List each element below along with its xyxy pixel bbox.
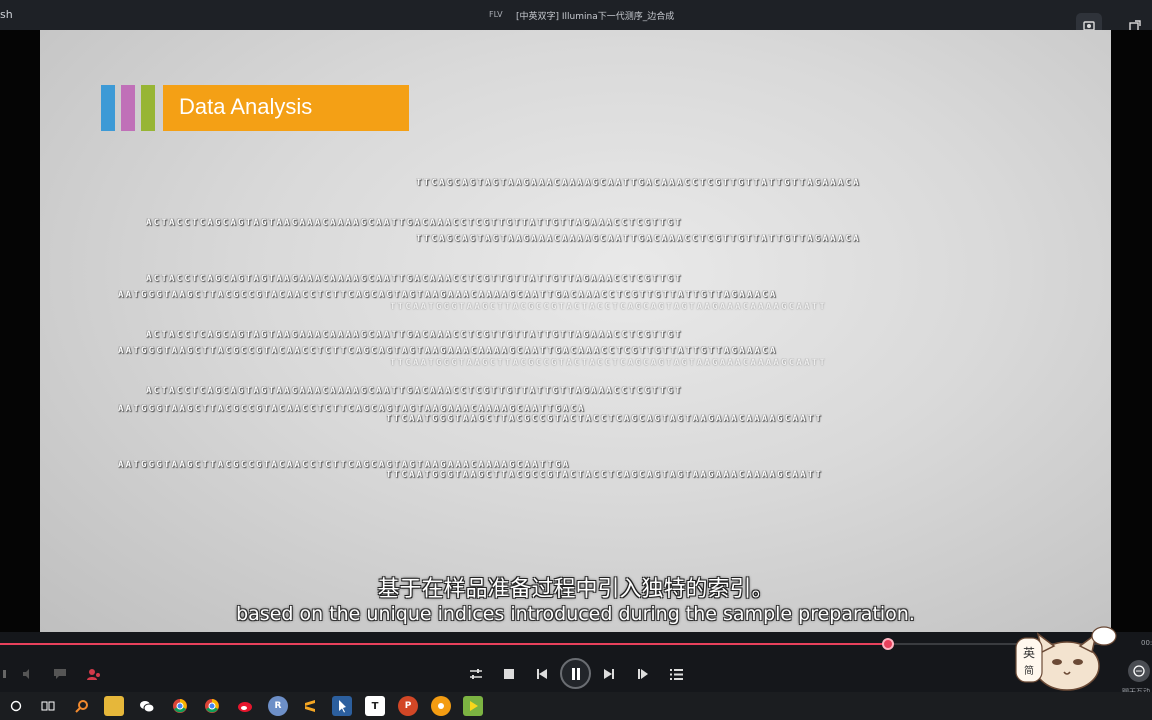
frame-step-button[interactable] (631, 662, 655, 686)
video-format-label: FLV (489, 10, 503, 19)
app-name-fragment: sh (0, 8, 13, 21)
sequence-read: TTCAATGGGTAAGCTTACGCCGTACTACCTCAGCAGTAGT… (390, 358, 828, 368)
orange-app-icon[interactable] (431, 696, 451, 716)
next-button[interactable] (597, 662, 621, 686)
sequence-read: AATGGGTAAGCTTACGCCGTACAACCTCTTCAGCAGTAGT… (118, 290, 778, 300)
player-controls: 00: 英 简 聊天互动 (0, 626, 1152, 696)
skip-forward-icon (604, 669, 614, 679)
weibo-icon[interactable] (235, 696, 255, 716)
progress-handle[interactable] (882, 638, 894, 650)
pin-icon[interactable] (332, 696, 352, 716)
chat-button[interactable] (1128, 660, 1150, 682)
r-icon[interactable]: R (268, 696, 288, 716)
pause-button[interactable] (560, 658, 591, 689)
pause-icon (571, 667, 580, 680)
sequence-read: TTCAGCAGTAGTAAGAAACAAAAGCAATTGACAAACCTCG… (416, 178, 861, 188)
os-taskbar: R T P (0, 692, 1152, 720)
skip-back-icon (537, 669, 547, 679)
video-frame[interactable]: Data Analysis TTCAGCAGTAGTAAGAAACAAAAGCA… (40, 30, 1111, 632)
mascot-text-1: 英 (1023, 646, 1035, 660)
partial-icon (3, 670, 6, 678)
sequence-read: TTCAATGGGTAAGCTTACGCCGTACTACCTCAGCAGTAGT… (386, 414, 824, 424)
sequence-read: TTCAATGGGTAAGCTTACGCCGTACTACCTCAGCAGTAGT… (386, 470, 824, 480)
cortana-icon[interactable] (6, 696, 26, 716)
slide-heading-box: Data Analysis (163, 85, 409, 131)
comment-icon (54, 669, 66, 679)
task-view-icon[interactable] (38, 696, 58, 716)
letterbox-right (1111, 30, 1152, 632)
user-button[interactable] (81, 662, 105, 686)
previous-button[interactable] (530, 662, 554, 686)
file-explorer-icon[interactable] (104, 696, 124, 716)
player-app-icon[interactable] (463, 696, 483, 716)
slide-heading: Data Analysis (179, 94, 313, 119)
chat-icon (1133, 665, 1145, 677)
accent-bar-purple (121, 85, 135, 131)
sequence-read: ACTACCTCAGCAGTAGTAAGAAACAAAAGCAATTGACAAA… (146, 274, 683, 284)
mascot-text-2: 简 (1024, 664, 1034, 677)
wechat-icon[interactable] (137, 696, 157, 716)
sequence-read: ACTACCTCAGCAGTAGTAAGAAACAAAAGCAATTGACAAA… (146, 218, 683, 228)
avatar-icon (87, 669, 100, 680)
video-title: [中英双字] Illumina下一代测序_边合成 (516, 12, 675, 22)
subtitle-chinese: 基于在样品准备过程中引入独特的索引。 (377, 577, 774, 602)
volume-icon (23, 669, 29, 679)
sequence-read: AATGGGTAAGCTTACGCCGTACAACCTCTTCAGCAGTAGT… (118, 346, 778, 356)
volume-button[interactable] (15, 662, 39, 686)
time-display: 00: (1141, 639, 1152, 647)
accent-bar-green (141, 85, 155, 131)
sublime-icon[interactable] (300, 696, 320, 716)
sequence-read: AATGGGTAAGCTTACGCCGTACAACCTCTTCAGCAGTAGT… (118, 460, 571, 470)
search-app-icon[interactable] (72, 696, 92, 716)
stop-button[interactable] (497, 662, 521, 686)
window-titlebar: sh FLV [中英双字] Illumina下一代测序_边合成 (0, 0, 1152, 39)
powerpoint-icon[interactable]: P (398, 696, 418, 716)
sequence-read: ACTACCTCAGCAGTAGTAAGAAACAAAAGCAATTGACAAA… (146, 330, 683, 340)
step-forward-icon (638, 669, 648, 679)
cat-mascot-icon: 英 简 (1015, 626, 1117, 691)
letterbox-left (0, 30, 40, 632)
sequence-read: ACTACCTCAGCAGTAGTAAGAAACAAAAGCAATTGACAAA… (146, 386, 683, 396)
playlist-button[interactable] (664, 662, 688, 686)
chrome-icon[interactable] (170, 696, 190, 716)
progress-fill (0, 643, 888, 645)
sequence-read: TTCAGCAGTAGTAAGAAACAAAAGCAATTGACAAACCTCG… (416, 234, 861, 244)
sequence-read: AATGGGTAAGCTTACGCCGTACAACCTCTTCAGCAGTAGT… (118, 404, 586, 414)
subtitle-english: based on the unique indices introduced d… (236, 603, 915, 625)
settings-button[interactable] (464, 662, 488, 686)
list-icon (669, 668, 683, 680)
accent-bar-blue (101, 85, 115, 131)
stop-icon (504, 669, 514, 679)
chrome-alt-icon[interactable] (202, 696, 222, 716)
typora-icon[interactable]: T (365, 696, 385, 716)
danmaku-button[interactable] (48, 662, 72, 686)
sequence-read: TTCAATGGGTAAGCTTACGCCGTACTACCTCAGCAGTAGT… (390, 302, 828, 312)
sliders-icon (470, 669, 482, 679)
